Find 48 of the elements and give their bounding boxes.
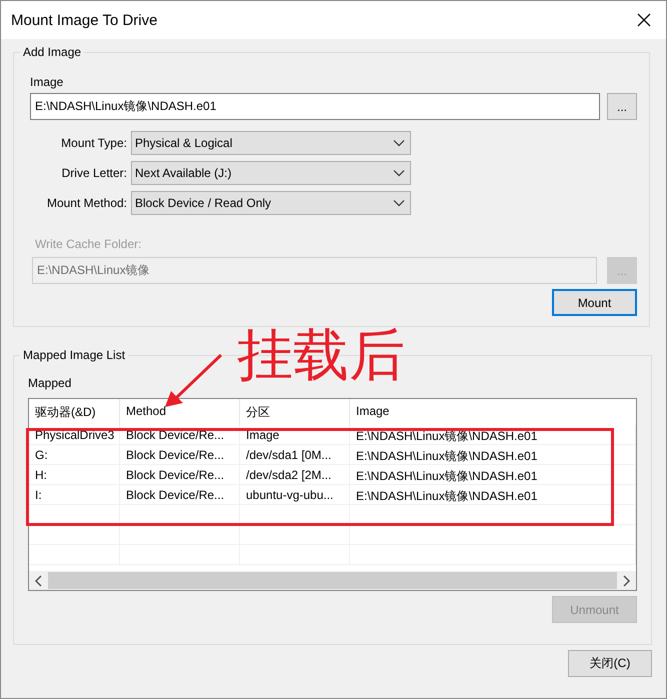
scroll-left-icon: [34, 574, 42, 586]
table-cell: E:\NDASH\Linux镜像\NDASH.e01: [350, 465, 636, 485]
table-cell: Block Device/Re...: [120, 465, 240, 485]
browse-button[interactable]: ...: [607, 93, 637, 120]
table-cell: ubuntu-vg-ubu...: [240, 485, 350, 505]
close-button[interactable]: 关闭(C): [568, 650, 652, 677]
field-label: Mount Type:: [60, 136, 127, 150]
table-cell: Image: [240, 425, 350, 445]
table-cell: H:: [29, 465, 120, 485]
column-header[interactable]: Image: [350, 399, 636, 425]
chevron-down-icon: [393, 169, 405, 177]
field-label: Drive Letter:: [60, 166, 127, 180]
field-label: Write Cache Folder:: [35, 237, 142, 251]
annotation-text: 挂载后: [237, 327, 405, 383]
window-title: Mount Image To Drive: [11, 12, 158, 28]
column-header[interactable]: 驱动器(&D): [29, 399, 120, 425]
mount-button[interactable]: Mount: [552, 289, 637, 316]
dropdown[interactable]: Block Device / Read Only: [131, 191, 411, 215]
column-header[interactable]: 分区: [240, 399, 350, 425]
table-cell: G:: [29, 445, 120, 465]
group-title: Mapped Image List: [20, 348, 128, 362]
chevron-down-icon: [393, 139, 405, 147]
table-cell: Block Device/Re...: [120, 445, 240, 465]
dropdown-value: Next Available (J:): [135, 166, 232, 180]
table-cell: Block Device/Re...: [120, 485, 240, 505]
table-cell: PhysicalDrive3: [29, 425, 120, 445]
dropdown[interactable]: Physical & Logical: [131, 131, 411, 155]
scrollbar-thumb[interactable]: [48, 572, 617, 589]
table-cell: E:\NDASH\Linux镜像\NDASH.e01: [350, 425, 636, 445]
chevron-down-icon: [393, 199, 405, 207]
scroll-right-icon: [623, 574, 631, 586]
table-cell: I:: [29, 485, 120, 505]
field-label: Mount Method:: [46, 196, 127, 210]
table-cell: /dev/sda2 [2M...: [240, 465, 350, 485]
annotation-arrow: [165, 354, 222, 407]
table-cell: E:\NDASH\Linux镜像\NDASH.e01: [350, 485, 636, 505]
dropdown[interactable]: Next Available (J:): [131, 161, 411, 185]
input-field[interactable]: E:\NDASH\Linux镜像\NDASH.e01: [30, 93, 600, 120]
dropdown-value: Physical & Logical: [135, 136, 232, 150]
table-cell: Block Device/Re...: [120, 425, 240, 445]
close-icon: [637, 13, 651, 27]
field-label: Image: [30, 75, 64, 89]
scrollbar[interactable]: [29, 571, 636, 590]
table-cell: E:\NDASH\Linux镜像\NDASH.e01: [350, 445, 636, 465]
dropdown-value: Block Device / Read Only: [135, 196, 272, 210]
table-cell: /dev/sda1 [0M...: [240, 445, 350, 465]
list-label: Mapped: [28, 376, 72, 390]
group-title: Add Image: [20, 45, 84, 59]
